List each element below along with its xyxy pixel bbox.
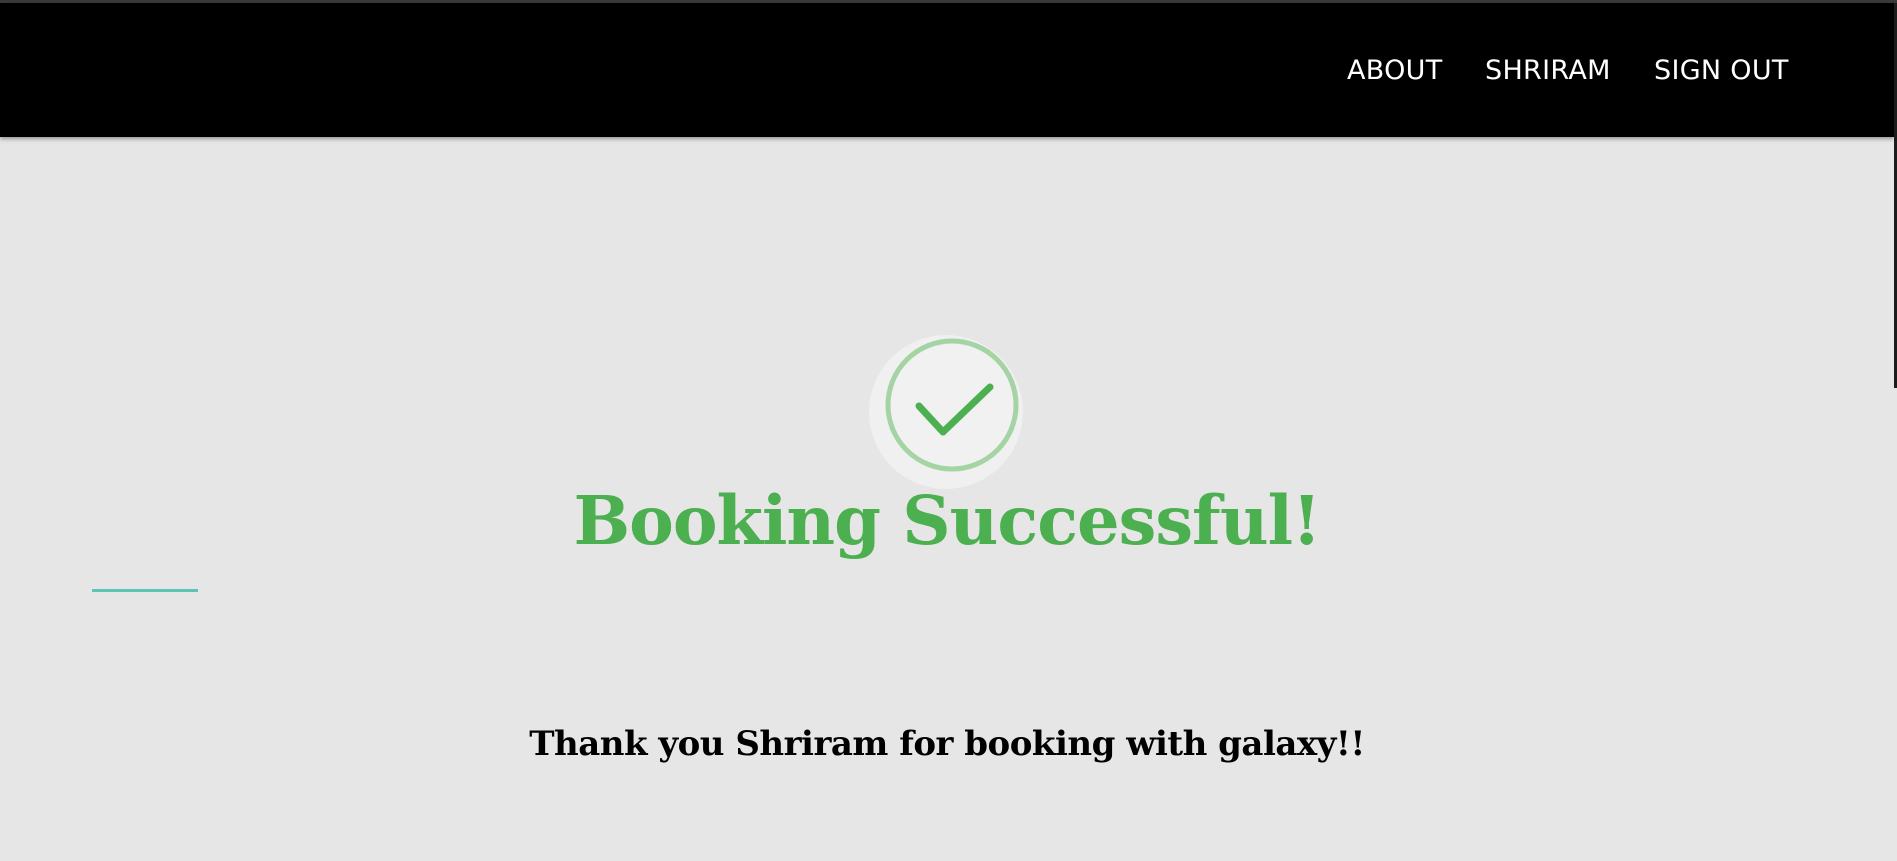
decorative-divider <box>92 589 198 592</box>
navbar: ABOUT SHRIRAM SIGN OUT <box>0 3 1894 137</box>
check-circle-icon <box>868 332 1028 492</box>
nav-signout-link[interactable]: SIGN OUT <box>1654 55 1789 86</box>
page-title: Booking Successful! <box>573 481 1322 560</box>
nav-user-link[interactable]: SHRIRAM <box>1485 55 1611 86</box>
confirmation-message: Thank you Shriram for booking with galax… <box>529 724 1365 764</box>
nav-about-link[interactable]: ABOUT <box>1347 55 1443 86</box>
